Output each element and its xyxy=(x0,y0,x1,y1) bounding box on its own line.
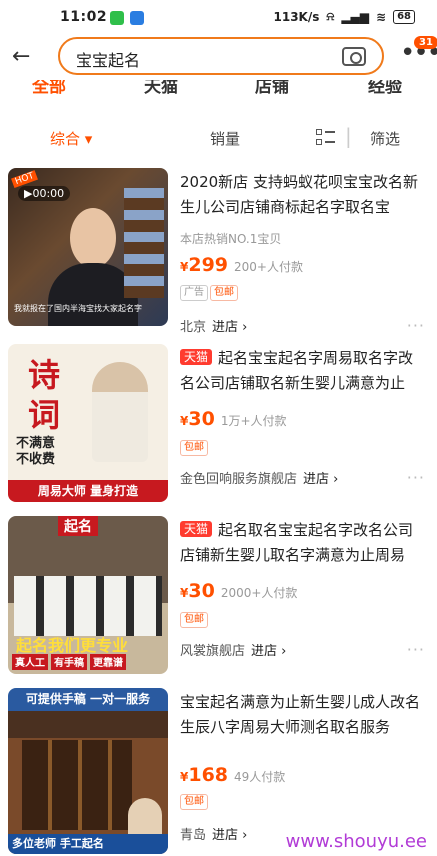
building-doors xyxy=(22,740,132,830)
sort-sales[interactable]: 销量 xyxy=(210,128,240,149)
camera-icon[interactable] xyxy=(342,47,366,66)
product-image[interactable]: 诗 词 不满意 不收费 周易大师 量身打造 xyxy=(8,344,168,502)
status-bar: 11:02 113K/s ⍾ ▂▄▆ ≋ 68 xyxy=(0,0,437,36)
art-slogan: 起名我们更专业 xyxy=(16,636,129,655)
search-query: 宝宝起名 xyxy=(76,51,141,70)
sort-bar: 综合 ▾ 销量 筛选 | xyxy=(0,118,437,158)
shop-info[interactable]: 风裳旗舰店 进店 › xyxy=(180,640,286,659)
network-speed: 113K/s xyxy=(273,9,320,24)
product-price: ¥30 1万+人付款 xyxy=(180,408,287,430)
tab-all[interactable]: 全部 xyxy=(32,80,66,97)
more-options-icon[interactable]: ··· xyxy=(407,468,425,487)
product-title[interactable]: 宝宝起名满意为止新生婴儿成人改名生辰八字周易大师测名取名服务 xyxy=(180,690,425,742)
list-item[interactable]: 起名 起名我们更专业 真人工 有手稿 更靠谱 天猫 起名取名宝宝起名字改名公司店铺… xyxy=(0,516,437,676)
art-char-lyric: 词 xyxy=(28,396,61,434)
shop-info[interactable]: 金色回响服务旗舰店 进店 › xyxy=(180,468,338,487)
free-shipping-tag: 包邮 xyxy=(180,612,208,628)
master-figure xyxy=(128,798,162,838)
art-header: 可提供手稿 一对一服务 xyxy=(25,692,151,706)
art-guarantee-2: 不收费 xyxy=(16,452,56,467)
art-banner: 周易大师 量身打造 xyxy=(8,480,168,502)
wechat-icon xyxy=(110,11,124,25)
message-badge: 31 xyxy=(414,36,437,49)
status-right: 113K/s ⍾ ▂▄▆ ≋ 68 xyxy=(273,9,415,24)
bookshelf xyxy=(124,188,164,298)
product-price: ¥30 2000+人付款 xyxy=(180,580,298,602)
list-item[interactable]: HOT ▶00:00 我就报在了国内半海宝找大家起名字 2020新店 支持蚂蚁花… xyxy=(0,168,437,335)
product-title[interactable]: 2020新店 支持蚂蚁花呗宝宝改名新生儿公司店铺商标起名字取名宝 xyxy=(180,170,425,222)
art-footer: 多位老师 手工起名 xyxy=(8,834,168,854)
mute-icon: ⍾ xyxy=(326,9,335,23)
app-notification-icon xyxy=(130,11,144,25)
shop-info[interactable]: 青岛 进店 › xyxy=(180,824,247,843)
list-item[interactable]: 诗 词 不满意 不收费 周易大师 量身打造 天猫 起名宝宝起名字周易取名字改名公司… xyxy=(0,344,437,504)
tab-shops[interactable]: 店铺 xyxy=(255,80,289,97)
group-photo xyxy=(14,576,162,636)
divider: | xyxy=(345,124,352,148)
product-image[interactable]: 起名 起名我们更专业 真人工 有手稿 更靠谱 xyxy=(8,516,168,674)
tmall-badge: 天猫 xyxy=(180,349,213,365)
tmall-badge: 天猫 xyxy=(180,521,213,537)
back-arrow-icon[interactable]: ← xyxy=(12,46,36,70)
person-face xyxy=(70,208,116,268)
product-image[interactable]: HOT ▶00:00 我就报在了国内半海宝找大家起名字 xyxy=(8,168,168,326)
product-title[interactable]: 天猫 起名取名宝宝起名字改名公司店铺新生婴儿取名字满意为止周易 xyxy=(180,518,425,570)
clock: 11:02 xyxy=(60,9,108,25)
battery-icon: 68 xyxy=(393,9,415,24)
master-figure xyxy=(92,362,148,462)
signal-icon: ▂▄▆ xyxy=(341,9,370,24)
product-price: ¥168 49人付款 xyxy=(180,764,286,786)
more-options-icon[interactable]: ··· xyxy=(407,640,425,659)
sort-composite[interactable]: 综合 ▾ xyxy=(50,128,92,149)
shop-info[interactable]: 北京 进店 › xyxy=(180,316,247,335)
ad-tag: 广告 xyxy=(180,285,208,301)
product-subtitle: 本店热销NO.1宝贝 xyxy=(180,232,282,246)
category-tabs: 全部 天猫 店铺 经验 xyxy=(0,80,437,102)
tab-experience[interactable]: 经验 xyxy=(368,80,402,97)
free-shipping-tag: 包邮 xyxy=(210,285,238,301)
search-input[interactable]: 宝宝起名 xyxy=(58,37,384,75)
filter-button[interactable]: 筛选 xyxy=(370,128,400,149)
video-duration[interactable]: ▶00:00 xyxy=(18,186,71,201)
video-caption: 我就报在了国内半海宝找大家起名字 xyxy=(14,304,142,313)
product-image[interactable]: 可提供手稿 一对一服务 多位老师 手工起名 xyxy=(8,688,168,854)
free-shipping-tag: 包邮 xyxy=(180,440,208,456)
product-price: ¥299 200+人付款 xyxy=(180,254,303,276)
art-features: 真人工 有手稿 更靠谱 xyxy=(12,654,164,670)
search-header: ← 宝宝起名 ••• 31 xyxy=(0,36,437,80)
tab-tmall[interactable]: 天猫 xyxy=(144,80,178,97)
product-title[interactable]: 天猫 起名宝宝起名字周易取名字改名公司店铺取名新生婴儿满意为止 xyxy=(180,346,425,398)
list-view-icon[interactable] xyxy=(316,128,336,148)
more-options-icon[interactable]: ··· xyxy=(407,316,425,335)
watermark: www.shouyu.ee xyxy=(285,831,427,852)
art-logo: 起名 xyxy=(58,516,98,536)
free-shipping-tag: 包邮 xyxy=(180,794,208,810)
wifi-icon: ≋ xyxy=(376,9,387,24)
